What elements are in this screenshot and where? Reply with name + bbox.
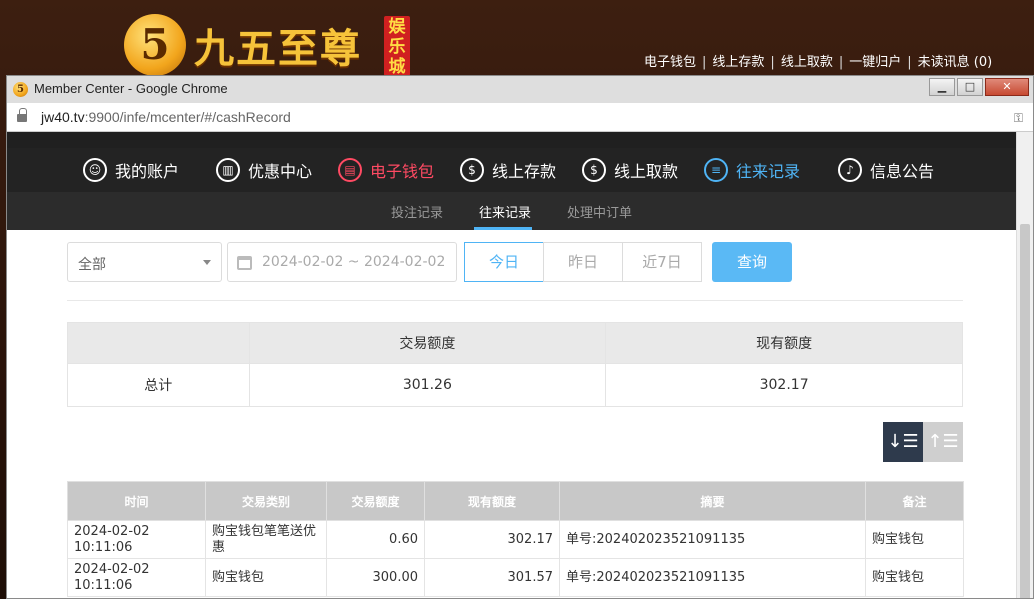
top-link-messages[interactable]: 未读讯息 (0) xyxy=(918,55,993,70)
site-logo-text: 九五至尊 xyxy=(194,25,362,72)
favicon-icon: 5 xyxy=(13,82,28,97)
col-header-balance: 现有额度 xyxy=(424,481,560,521)
chevron-down-icon xyxy=(203,260,211,265)
sort-ascending-button[interactable]: ↑☰ xyxy=(923,422,963,462)
record-icon: ≡ xyxy=(704,158,728,182)
cell-balance: 301.57 xyxy=(424,558,560,597)
search-button[interactable]: 查询 xyxy=(712,242,792,282)
close-button[interactable]: ✕ xyxy=(985,78,1029,96)
nav-item-promotions[interactable]: ▥ 优惠中心 xyxy=(216,156,312,184)
sub-nav: 投注记录 往来记录 处理中订单 xyxy=(7,192,1017,230)
type-select[interactable]: 全部 xyxy=(67,242,222,282)
yesterday-button[interactable]: 昨日 xyxy=(543,242,623,282)
col-header-summary: 摘要 xyxy=(559,481,866,521)
cell-summary: 单号:202402023521091135 xyxy=(559,558,866,597)
cell-note: 购宝钱包 xyxy=(865,558,964,597)
maximize-button[interactable]: □ xyxy=(957,78,983,96)
cell-amount: 0.60 xyxy=(326,520,425,559)
url-text[interactable]: jw40.tv:9900/infe/mcenter/#/cashRecord xyxy=(41,109,291,125)
tab-bet-records[interactable]: 投注记录 xyxy=(391,202,443,221)
nav-item-deposit[interactable]: $ 线上存款 xyxy=(460,156,556,184)
nav-item-account[interactable]: ☺ 我的账户 xyxy=(83,156,179,184)
address-bar[interactable]: jw40.tv:9900/infe/mcenter/#/cashRecord ⚿ xyxy=(7,103,1033,132)
top-link-merge[interactable]: 一键归户 xyxy=(849,55,901,70)
nav-item-records[interactable]: ≡ 往来记录 xyxy=(704,156,800,184)
key-icon[interactable]: ⚿ xyxy=(1014,111,1023,126)
site-header: 5 九五至尊 娱乐城 电子钱包 | 线上存款 | 线上取款 | 一键归户 | 未读讯息 (0) xyxy=(0,0,1034,80)
records-table: 时间 交易类别 交易额度 现有额度 摘要 备注 2024-02-02 10:11… xyxy=(67,481,964,597)
table-row: 2024-02-02 10:11:06 购宝钱包 300.00 301.57 单… xyxy=(67,558,964,597)
minimize-button[interactable]: ▁ xyxy=(929,78,955,96)
page-top-strip xyxy=(7,132,1017,148)
cell-note: 购宝钱包 xyxy=(865,520,964,559)
wallet-icon: ▤ xyxy=(338,158,362,182)
withdraw-icon: $ xyxy=(582,158,606,182)
summary-total-amount: 301.26 xyxy=(248,363,607,407)
col-header-type: 交易类别 xyxy=(205,481,327,521)
nav-item-withdraw[interactable]: $ 线上取款 xyxy=(582,156,678,184)
col-header-time: 时间 xyxy=(67,481,206,521)
cell-time: 2024-02-02 10:11:06 xyxy=(67,558,206,597)
nav-item-wallet[interactable]: ▤ 电子钱包 xyxy=(338,156,434,184)
summary-header-balance: 现有额度 xyxy=(605,322,963,364)
top-links: 电子钱包 | 线上存款 | 线上取款 | 一键归户 | 未读讯息 (0) xyxy=(644,55,993,70)
table-row: 2024-02-02 10:11:06 购宝钱包笔笔送优惠 0.60 302.1… xyxy=(67,520,964,559)
window-titlebar[interactable]: 5 Member Center - Google Chrome ▁ □ ✕ xyxy=(7,76,1033,103)
tab-cash-records[interactable]: 往来记录 xyxy=(479,202,531,221)
site-logo-icon: 5 xyxy=(124,14,186,76)
last-7-days-button[interactable]: 近7日 xyxy=(622,242,702,282)
lock-icon xyxy=(17,108,27,122)
browser-window: 5 Member Center - Google Chrome ▁ □ ✕ jw… xyxy=(6,75,1034,599)
user-icon: ☺ xyxy=(83,158,107,182)
nav-item-notices[interactable]: ♪ 信息公告 xyxy=(838,156,934,184)
top-link-deposit[interactable]: 线上存款 xyxy=(712,55,764,70)
window-title: Member Center - Google Chrome xyxy=(34,81,228,96)
date-range-input[interactable]: 2024-02-02 ~ 2024-02-02 xyxy=(227,242,457,282)
top-link-withdraw[interactable]: 线上取款 xyxy=(781,55,833,70)
calendar-icon xyxy=(237,256,252,270)
window-controls: ▁ □ ✕ xyxy=(929,78,1029,96)
member-center-page: ☺ 我的账户 ▥ 优惠中心 ▤ 电子钱包 $ 线上存款 $ 线上取款 ≡ 往来记录 ♪ 信息公… xyxy=(7,132,1017,598)
cell-summary: 单号:202402023521091135 xyxy=(559,520,866,559)
site-logo-tag: 娱乐城 xyxy=(384,16,410,76)
summary-table: 交易额度 现有额度 总计 301.26 302.17 xyxy=(67,322,963,407)
active-tab-underline xyxy=(474,227,532,230)
scrollbar-thumb[interactable] xyxy=(1020,224,1030,598)
cell-balance: 302.17 xyxy=(424,520,560,559)
cell-type: 购宝钱包 xyxy=(205,558,327,597)
main-nav: ☺ 我的账户 ▥ 优惠中心 ▤ 电子钱包 $ 线上存款 $ 线上取款 ≡ 往来记录 ♪ 信息公… xyxy=(7,148,1017,192)
cell-type: 购宝钱包笔笔送优惠 xyxy=(205,520,327,559)
vertical-scrollbar[interactable] xyxy=(1016,132,1033,598)
summary-total-label: 总计 xyxy=(67,363,250,407)
summary-total-balance: 302.17 xyxy=(605,363,963,407)
deposit-icon: $ xyxy=(460,158,484,182)
col-header-note: 备注 xyxy=(865,481,964,521)
cell-time: 2024-02-02 10:11:06 xyxy=(67,520,206,559)
summary-header-blank xyxy=(67,322,250,364)
sort-descending-button[interactable]: ↓☰ xyxy=(883,422,923,462)
summary-header-amount: 交易额度 xyxy=(248,322,607,364)
top-link-wallet[interactable]: 电子钱包 xyxy=(644,55,696,70)
bell-icon: ♪ xyxy=(838,158,862,182)
gift-icon: ▥ xyxy=(216,158,240,182)
cell-amount: 300.00 xyxy=(326,558,425,597)
col-header-amount: 交易额度 xyxy=(326,481,425,521)
tab-pending-orders[interactable]: 处理中订单 xyxy=(567,202,632,221)
today-button[interactable]: 今日 xyxy=(464,242,544,282)
divider xyxy=(67,300,963,301)
